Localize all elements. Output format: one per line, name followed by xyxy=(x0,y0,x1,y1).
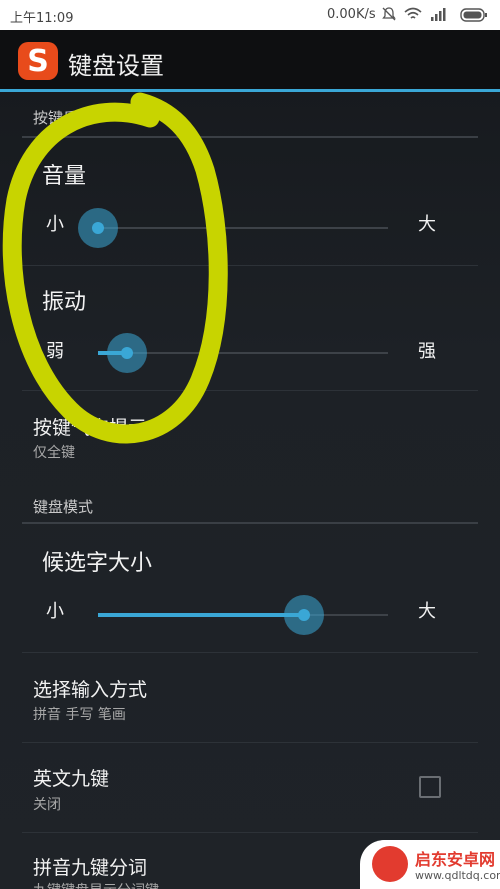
input-method-title: 选择输入方式 xyxy=(33,679,148,701)
slider-track xyxy=(98,227,388,229)
volume-min-label: 小 xyxy=(46,214,64,235)
status-bar: 上午11:09 0.00K/s xyxy=(0,0,500,30)
vibration-min-label: 弱 xyxy=(46,341,64,362)
app-logo-letter: S xyxy=(27,44,49,79)
candidate-size-min-label: 小 xyxy=(46,601,64,622)
row-divider xyxy=(22,652,478,653)
section-header-key-feedback: 按键反馈 xyxy=(33,109,94,127)
english-nine-key-title: 英文九键 xyxy=(33,768,110,790)
annotation-circle-icon xyxy=(2,92,228,444)
candidate-size-slider[interactable] xyxy=(98,595,388,635)
pinyin-nine-split-title: 拼音九键分词 xyxy=(33,857,148,879)
network-speed: 0.00K/s xyxy=(327,7,376,22)
vibration-slider[interactable] xyxy=(98,333,388,373)
status-time: 上午11:09 xyxy=(10,11,74,26)
app-logo-icon: S xyxy=(18,42,58,80)
slider-thumb[interactable] xyxy=(78,208,118,248)
row-divider xyxy=(22,390,478,391)
slider-thumb[interactable] xyxy=(284,595,324,635)
slider-fill xyxy=(98,613,304,617)
volume-slider[interactable] xyxy=(78,208,388,248)
screen: 上午11:09 0.00K/s S 键盘设置 按键反馈 音量 小 大 振动 弱 … xyxy=(0,0,500,889)
watermark-url: www.qdltdq.com xyxy=(415,869,500,882)
bubble-hint-subtitle: 仅全键 xyxy=(33,445,75,461)
section-header-keyboard-mode: 键盘模式 xyxy=(33,498,94,516)
volume-title: 音量 xyxy=(42,164,87,189)
bubble-hint-title: 按键气泡提示 xyxy=(33,417,148,439)
row-divider xyxy=(22,832,478,833)
volume-max-label: 大 xyxy=(418,214,436,235)
battery-icon xyxy=(460,8,487,22)
section-divider xyxy=(22,522,478,524)
input-method-subtitle: 拼音 手写 笔画 xyxy=(33,707,126,723)
english-nine-key-subtitle: 关闭 xyxy=(33,797,61,813)
pinyin-nine-split-subtitle: 九键键盘显示分词键 xyxy=(33,880,159,889)
page-title: 键盘设置 xyxy=(68,52,164,80)
candidate-size-title: 候选字大小 xyxy=(42,551,153,576)
section-divider xyxy=(22,136,478,138)
wifi-icon xyxy=(404,7,422,19)
title-bar: S 键盘设置 xyxy=(0,30,500,92)
english-nine-key-checkbox[interactable] xyxy=(419,776,441,798)
candidate-size-max-label: 大 xyxy=(418,601,436,622)
watermark: 启东安卓网 www.qdltdq.com xyxy=(360,840,500,889)
watermark-name: 启东安卓网 xyxy=(415,850,496,869)
signal-icon xyxy=(431,8,446,21)
vibration-title: 振动 xyxy=(42,290,87,315)
row-divider xyxy=(22,742,478,743)
slider-thumb[interactable] xyxy=(107,333,147,373)
bell-muted-icon xyxy=(382,7,396,21)
vibration-max-label: 强 xyxy=(418,341,436,362)
row-divider xyxy=(22,265,478,266)
watermark-logo-icon xyxy=(372,846,408,882)
